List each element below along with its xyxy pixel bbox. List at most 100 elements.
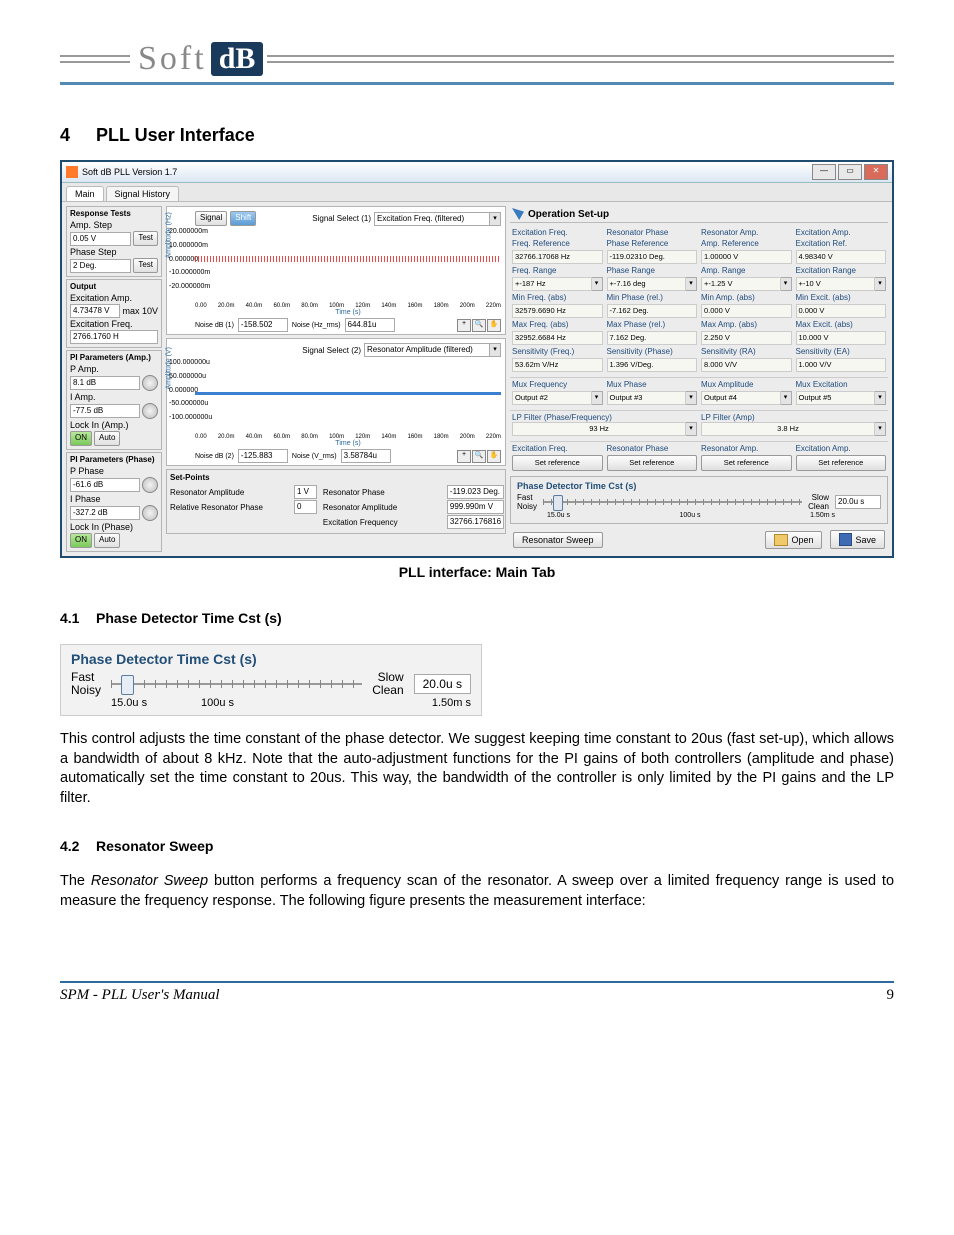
set-ref-freq-button[interactable]: Set reference xyxy=(512,455,603,471)
header-rule xyxy=(60,82,894,85)
out-res-phase: -119.023 Deg. xyxy=(447,485,504,499)
floppy-disk-icon xyxy=(839,533,852,546)
lock-amp-auto-button[interactable]: Auto xyxy=(94,431,120,446)
amp-step-test-button[interactable]: Test xyxy=(133,231,158,246)
plot-tool-zoom-icon[interactable]: 🔍 xyxy=(472,319,486,332)
open-button[interactable]: Open xyxy=(765,531,822,549)
p-amp-field[interactable]: 8.1 dB xyxy=(70,376,140,390)
phase-step-test-button[interactable]: Test xyxy=(133,258,158,273)
dropdown-icon[interactable]: ▾ xyxy=(781,391,792,405)
lp-filter-amp-select[interactable]: 3.8 Hz xyxy=(701,422,875,436)
plot-2-area[interactable]: Amplitude (V) 100.000000u50.000000u0.000… xyxy=(195,359,501,433)
dropdown-icon[interactable]: ▾ xyxy=(686,391,697,405)
noise-v-rms: 3.58784u xyxy=(341,449,391,463)
plot-tool-crosshair-icon[interactable]: + xyxy=(457,450,471,463)
excitation-range-select[interactable]: +-10 V xyxy=(796,277,876,291)
panel-output: Output Excitation Amp. 4.73478 Vmax 10V … xyxy=(66,279,162,348)
p-phase-field[interactable]: -61.6 dB xyxy=(70,478,140,492)
lock-phase-auto-button[interactable]: Auto xyxy=(94,533,120,548)
minimize-button[interactable]: — xyxy=(812,164,836,180)
excitation-freq-field: 2766.1760 H xyxy=(70,330,158,344)
i-phase-field[interactable]: -327.2 dB xyxy=(70,506,140,520)
plot-tool-pan-icon[interactable]: ✋ xyxy=(487,450,501,463)
logo-rule-left xyxy=(60,55,130,63)
figure-caption: PLL interface: Main Tab xyxy=(60,564,894,580)
tab-signal-history[interactable]: Signal History xyxy=(106,186,180,201)
signal-select-2[interactable]: Resonator Amplitude (filtered) xyxy=(364,343,490,357)
logo-rule-right xyxy=(267,55,894,63)
phase-detector-slider[interactable] xyxy=(543,497,802,507)
section-4-heading: 4PLL User Interface xyxy=(60,125,894,146)
logo-db: dB xyxy=(211,42,264,76)
save-button[interactable]: Save xyxy=(830,530,885,549)
lock-amp-on-button[interactable]: ON xyxy=(70,431,92,446)
amp-step-field[interactable]: 0.05 V xyxy=(70,232,131,246)
sp-rel-phase[interactable]: 0 Deg. xyxy=(294,500,317,514)
maximize-button[interactable]: ▭ xyxy=(838,164,862,180)
close-button[interactable]: ✕ xyxy=(864,164,888,180)
freq-range-select[interactable]: +-187 Hz xyxy=(512,277,592,291)
phase-range-select[interactable]: +-7.16 deg xyxy=(607,277,687,291)
title-bar[interactable]: Soft dB PLL Version 1.7 — ▭ ✕ xyxy=(62,162,892,183)
wrench-icon xyxy=(512,208,524,220)
set-ref-exc-button[interactable]: Set reference xyxy=(796,455,887,471)
phase-detector-zoom: Phase Detector Time Cst (s) FastNoisy Sl… xyxy=(60,644,482,716)
tab-main[interactable]: Main xyxy=(66,186,104,201)
dropdown-icon[interactable]: ▾ xyxy=(592,277,603,291)
set-ref-amp-button[interactable]: Set reference xyxy=(701,455,792,471)
plot-1: Signal Shift Signal Select (1) Excitatio… xyxy=(166,206,506,335)
panel-response-tests: Response Tests Amp. Step 0.05 VTest Phas… xyxy=(66,206,162,277)
sp-res-amp[interactable]: 1 V xyxy=(294,485,317,499)
out-exc-freq: 32766.176816 Hz xyxy=(447,515,504,529)
noise-db-1: -158.502 xyxy=(238,318,288,332)
dropdown-icon[interactable]: ▾ xyxy=(781,277,792,291)
para-4-1: This control adjusts the time constant o… xyxy=(60,730,894,808)
dropdown-icon[interactable]: ▾ xyxy=(592,391,603,405)
dropdown-icon[interactable]: ▾ xyxy=(875,422,886,436)
mux-exc-select[interactable]: Output #5 xyxy=(796,391,876,405)
panel-setpoints: Set-Points Resonator Amplitude1 V Relati… xyxy=(166,469,506,534)
mux-phase-select[interactable]: Output #3 xyxy=(607,391,687,405)
resonator-sweep-button[interactable]: Resonator Sweep xyxy=(513,532,603,548)
folder-open-icon xyxy=(774,534,788,546)
dropdown-icon[interactable]: ▾ xyxy=(875,277,886,291)
noise-db-2: -125.883 xyxy=(238,449,288,463)
i-amp-field[interactable]: -77.5 dB xyxy=(70,404,140,418)
plot-tool-pan-icon[interactable]: ✋ xyxy=(487,319,501,332)
operation-setup-heading: Operation Set-up xyxy=(510,206,888,223)
amp-range-select[interactable]: +-1.25 V xyxy=(701,277,781,291)
mux-freq-select[interactable]: Output #2 xyxy=(512,391,592,405)
panel-pi-amp: PI Parameters (Amp.) P Amp. 8.1 dB I Amp… xyxy=(66,350,162,450)
shift-button[interactable]: Shift xyxy=(230,211,256,226)
lp-filter-phase-select[interactable]: 93 Hz xyxy=(512,422,686,436)
signal-select-1[interactable]: Excitation Freq. (filtered) xyxy=(374,212,490,226)
plot-1-area[interactable]: Amplitude (Hz) 20.000000m10.000000m0.000… xyxy=(195,228,501,302)
dropdown-icon[interactable]: ▾ xyxy=(686,277,697,291)
mux-amp-select[interactable]: Output #4 xyxy=(701,391,781,405)
app-icon xyxy=(66,166,78,178)
p-phase-knob[interactable] xyxy=(142,477,158,493)
phase-detector-panel: Phase Detector Time Cst (s) FastNoisy Sl… xyxy=(510,476,888,524)
page-footer: SPM - PLL User's Manual 9 xyxy=(60,981,894,1004)
phase-detector-slider-zoom[interactable] xyxy=(111,675,362,693)
i-amp-knob[interactable] xyxy=(142,403,158,419)
i-phase-knob[interactable] xyxy=(142,505,158,521)
plot-2: Signal Select (2) Resonator Amplitude (f… xyxy=(166,338,506,466)
dropdown-icon[interactable]: ▾ xyxy=(875,391,886,405)
set-ref-phase-button[interactable]: Set reference xyxy=(607,455,698,471)
lock-phase-on-button[interactable]: ON xyxy=(70,533,92,548)
signal-button[interactable]: Signal xyxy=(195,211,227,226)
phase-step-field[interactable]: 2 Deg. xyxy=(70,259,131,273)
dropdown-icon[interactable]: ▾ xyxy=(686,422,697,436)
dropdown-icon[interactable]: ▾ xyxy=(490,212,501,226)
operation-grid: Excitation Freq.Resonator PhaseResonator… xyxy=(510,226,888,374)
p-amp-knob[interactable] xyxy=(142,375,158,391)
page-number: 9 xyxy=(887,987,895,1004)
section-4-2-heading: 4.2Resonator Sweep xyxy=(60,838,894,854)
plot-tool-crosshair-icon[interactable]: + xyxy=(457,319,471,332)
footer-title: SPM - PLL User's Manual xyxy=(60,987,220,1004)
logo-soft: Soft xyxy=(134,40,211,78)
dropdown-icon[interactable]: ▾ xyxy=(490,343,501,357)
phase-detector-value: 20.0u s xyxy=(835,495,881,509)
plot-tool-zoom-icon[interactable]: 🔍 xyxy=(472,450,486,463)
